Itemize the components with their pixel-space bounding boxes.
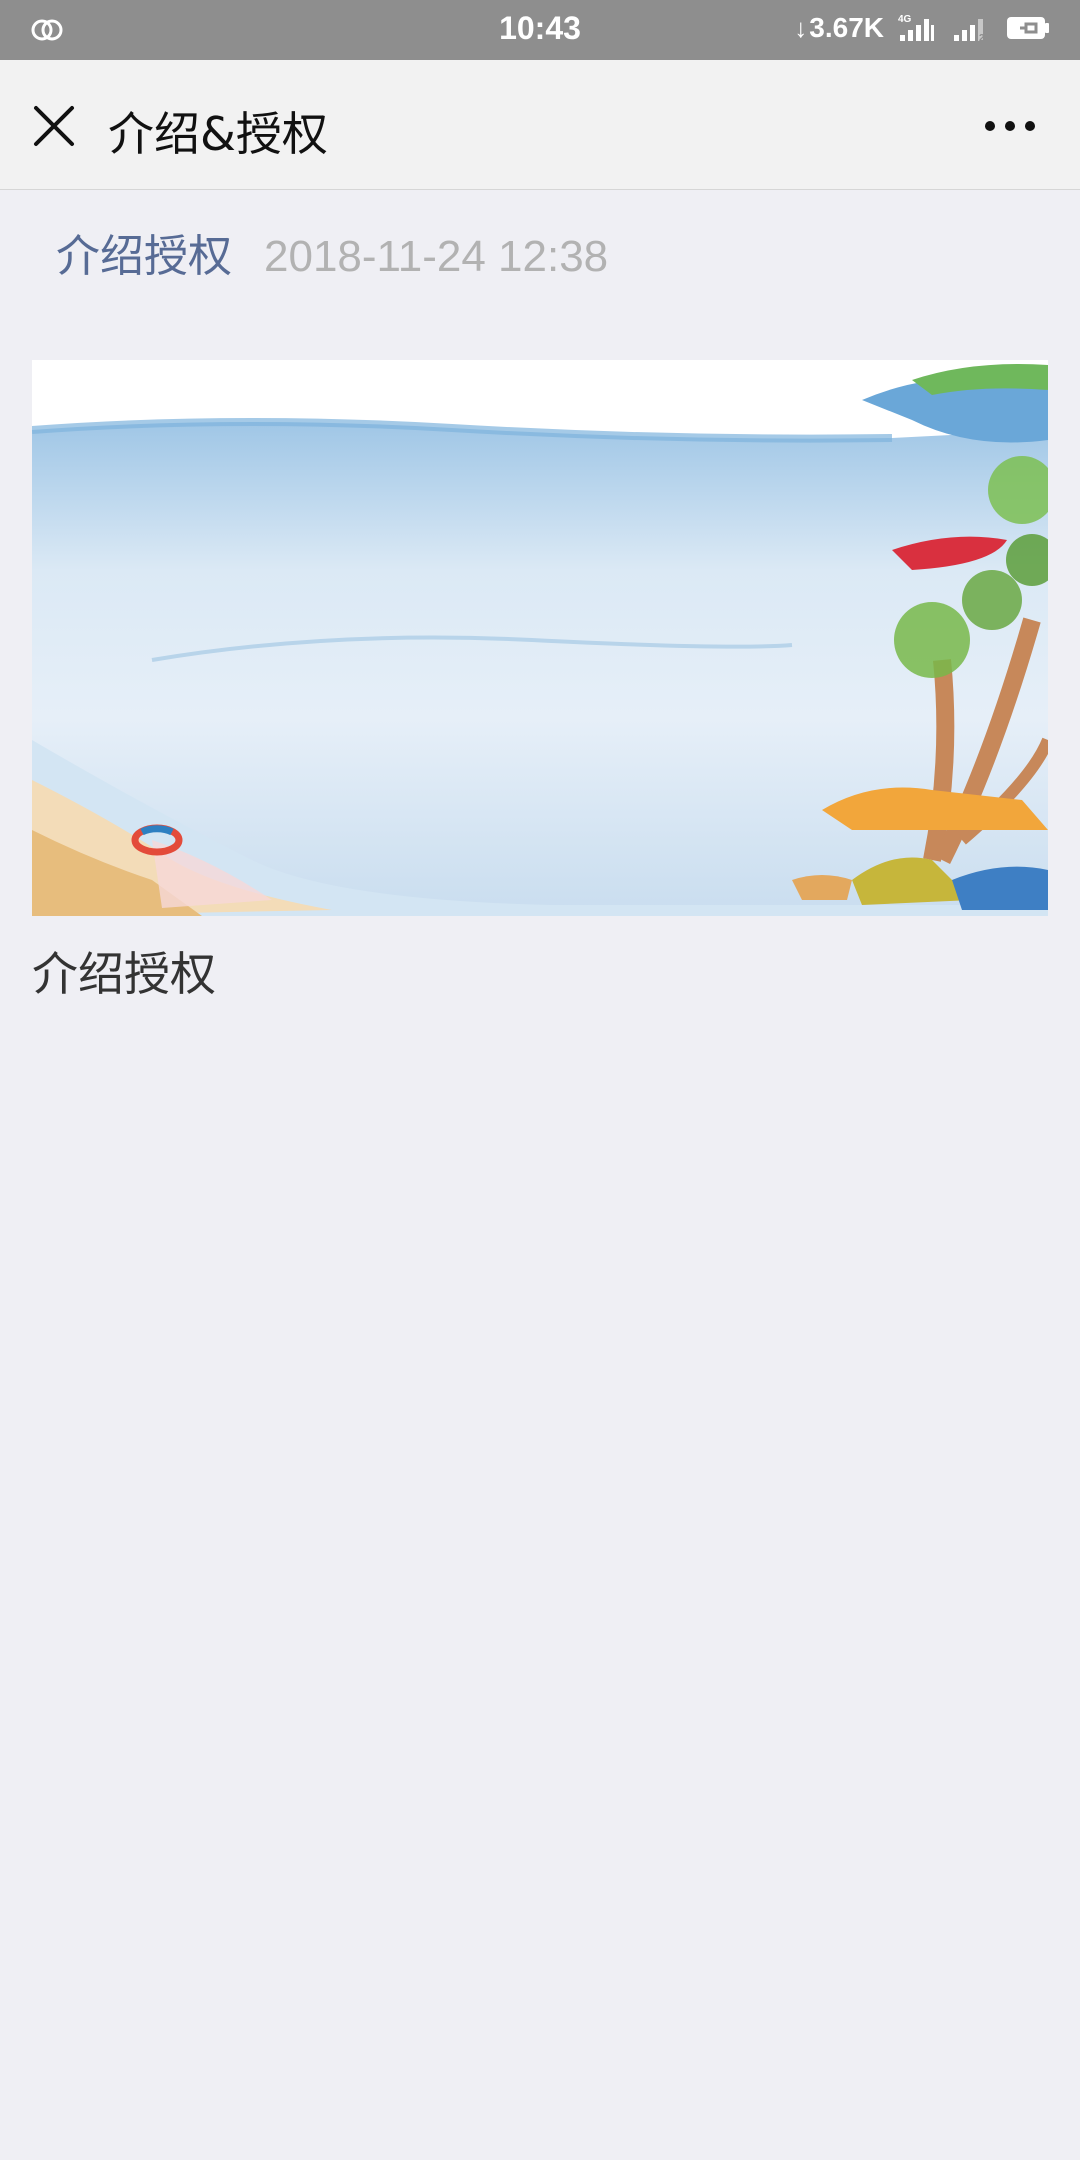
navigation-bar: 介绍&授权 [0, 60, 1080, 190]
author-link[interactable]: 介绍授权 [56, 220, 232, 284]
sim2-label: 2 [979, 33, 985, 43]
page-title: 介绍&授权 [108, 107, 328, 161]
signal-4g-icon: 4G [898, 14, 934, 41]
download-arrow-icon: ↓ [794, 12, 808, 43]
network-type-label: 4G [898, 14, 912, 25]
article-caption: 介绍授权 [32, 947, 216, 1001]
article-meta: 介绍授权 2018-11-24 12:38 [56, 220, 608, 284]
network-speed: ↓ 3.67K [794, 12, 884, 44]
network-speed-value: 3.67K [809, 12, 884, 43]
signal-sim2-icon: 2 [954, 19, 985, 43]
close-icon[interactable] [28, 100, 80, 152]
watercolor-beach-illustration [32, 360, 1048, 916]
battery-charging-icon [1007, 17, 1049, 39]
status-bar: 10:43 ↓ 3.67K 4G 2 [0, 0, 1080, 60]
more-icon[interactable] [980, 116, 1040, 136]
cover-image[interactable] [32, 360, 1048, 916]
publish-time: 2018-11-24 12:38 [264, 232, 609, 281]
